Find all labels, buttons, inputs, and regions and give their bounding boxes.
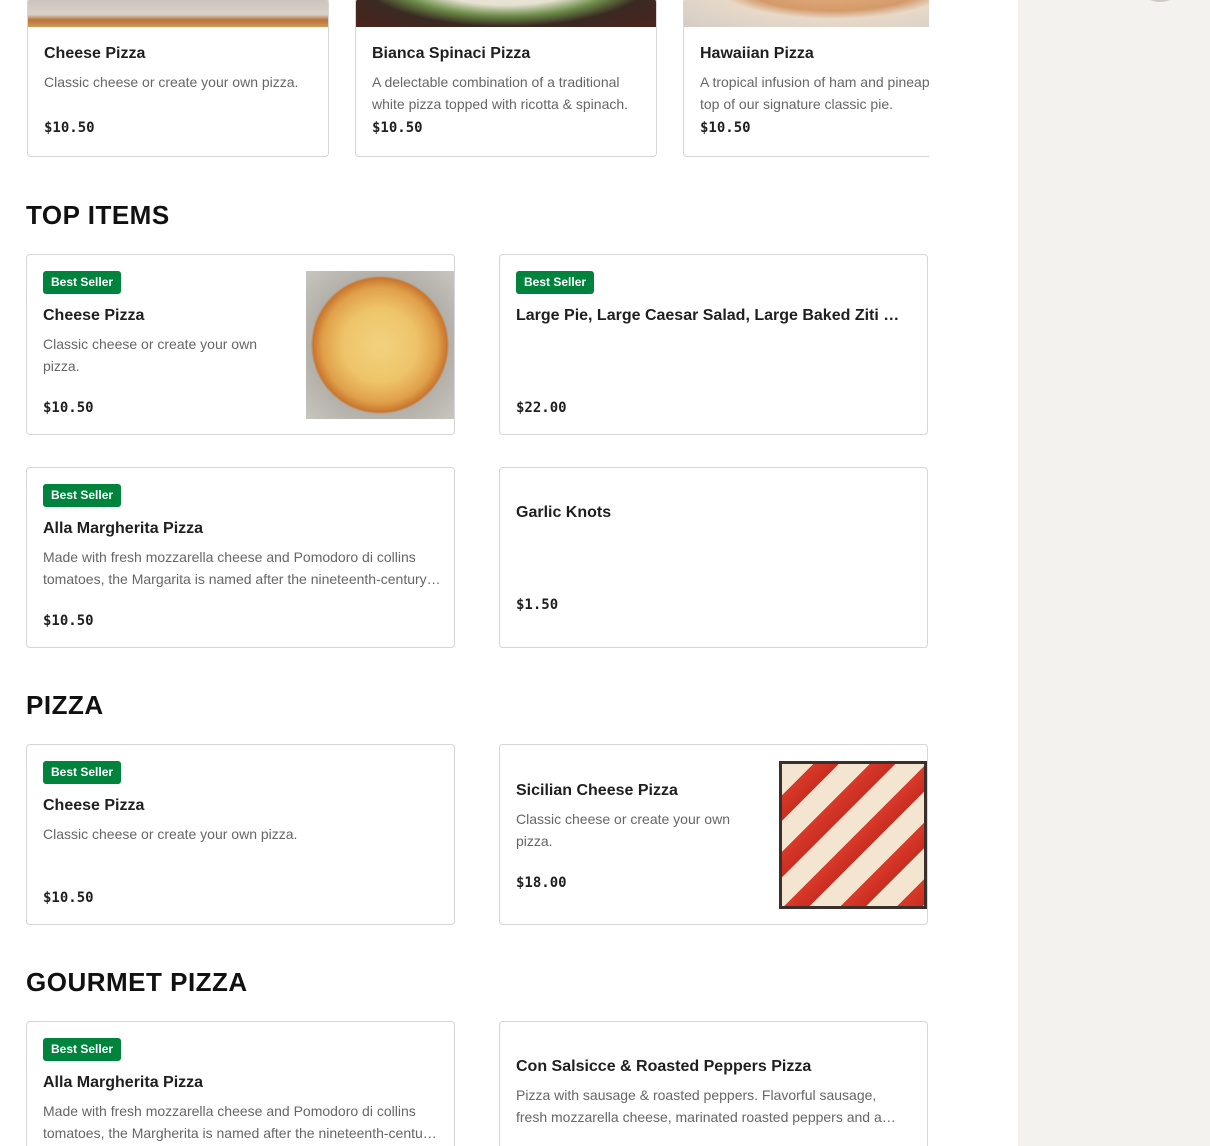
item-name: Large Pie, Large Caesar Salad, Large Bak… (516, 307, 901, 324)
menu-item-card[interactable]: Garlic Knots $1.50 (499, 467, 928, 648)
menu-item-card[interactable]: Best Seller Large Pie, Large Caesar Sala… (499, 254, 928, 435)
best-seller-badge: Best Seller (516, 271, 595, 294)
hawaiian-pizza-image (684, 0, 929, 27)
item-price: $10.50 (44, 120, 95, 136)
item-description: Made with fresh mozzarella cheese and Po… (43, 1103, 435, 1141)
item-price: $18.00 (516, 875, 567, 891)
item-price: $10.50 (43, 890, 94, 906)
item-description: Classic cheese or create your own pizza. (44, 74, 299, 90)
item-price: $1.50 (516, 597, 559, 613)
menu-item-card[interactable]: Sicilian Cheese Pizza Classic cheese or … (499, 744, 928, 925)
featured-card-bianca-spinaci[interactable]: Bianca Spinaci Pizza A delectable combin… (355, 0, 657, 157)
order-side-panel (1018, 0, 1210, 1146)
item-description: Classic cheese or create your own pizza. (516, 811, 730, 849)
menu-item-card[interactable]: Best Seller Cheese Pizza Classic cheese … (26, 254, 455, 435)
cheese-pizza-image (306, 271, 454, 419)
item-name: Garlic Knots (516, 504, 612, 521)
item-name: Hawaiian Pizza (700, 45, 814, 62)
featured-card-hawaiian[interactable]: Hawaiian Pizza A tropical infusion of ha… (683, 0, 929, 157)
item-name: Cheese Pizza (43, 307, 145, 324)
item-name: Sicilian Cheese Pizza (516, 782, 678, 799)
item-name: Cheese Pizza (43, 797, 145, 814)
item-name: Bianca Spinaci Pizza (372, 45, 531, 62)
menu-item-card[interactable]: Best Seller Cheese Pizza Classic cheese … (26, 744, 455, 925)
best-seller-badge: Best Seller (43, 271, 122, 294)
item-description: Classic cheese or create your own pizza. (43, 336, 257, 374)
featured-card-cheese-pizza[interactable]: Cheese Pizza Classic cheese or create yo… (27, 0, 329, 157)
item-price: $10.50 (700, 120, 751, 136)
item-name: Alla Margherita Pizza (43, 520, 204, 537)
sicilian-pizza-image (779, 761, 927, 909)
menu-item-card[interactable]: Best Seller Alla Margherita Pizza Made w… (26, 1021, 455, 1146)
item-name: Alla Margherita Pizza (43, 1074, 204, 1091)
item-price: $10.50 (43, 613, 94, 629)
item-name: Cheese Pizza (44, 45, 146, 62)
best-seller-badge: Best Seller (43, 1038, 122, 1061)
item-description: Made with fresh mozzarella cheese and Po… (43, 549, 427, 587)
bianca-spinaci-image (356, 0, 656, 27)
item-name: Con Salsicce & Roasted Peppers Pizza (516, 1058, 812, 1075)
best-seller-badge: Best Seller (43, 484, 122, 507)
item-description: Classic cheese or create your own pizza. (43, 826, 298, 842)
cheese-pizza-image (28, 0, 328, 27)
menu-item-card[interactable]: Best Seller Alla Margherita Pizza Made w… (26, 467, 455, 648)
item-description: Pizza with sausage & roasted peppers. Fl… (516, 1087, 882, 1125)
menu-page: Cheese Pizza Classic cheese or create yo… (0, 0, 1210, 1146)
section-title-pizza: PIZZA (26, 690, 104, 720)
item-description: A tropical infusion of ham and pineapple… (700, 74, 929, 112)
menu-item-card[interactable]: Con Salsicce & Roasted Peppers Pizza Piz… (499, 1021, 928, 1146)
featured-carousel: Cheese Pizza Classic cheese or create yo… (26, 0, 929, 158)
item-price: $22.00 (516, 400, 567, 416)
best-seller-badge: Best Seller (43, 761, 122, 784)
section-title-top-items: TOP ITEMS (26, 200, 170, 230)
item-description: A delectable combination of a traditiona… (372, 74, 629, 112)
section-title-gourmet-pizza: GOURMET PIZZA (26, 967, 248, 997)
item-price: $10.50 (372, 120, 423, 136)
item-price: $10.50 (43, 400, 94, 416)
